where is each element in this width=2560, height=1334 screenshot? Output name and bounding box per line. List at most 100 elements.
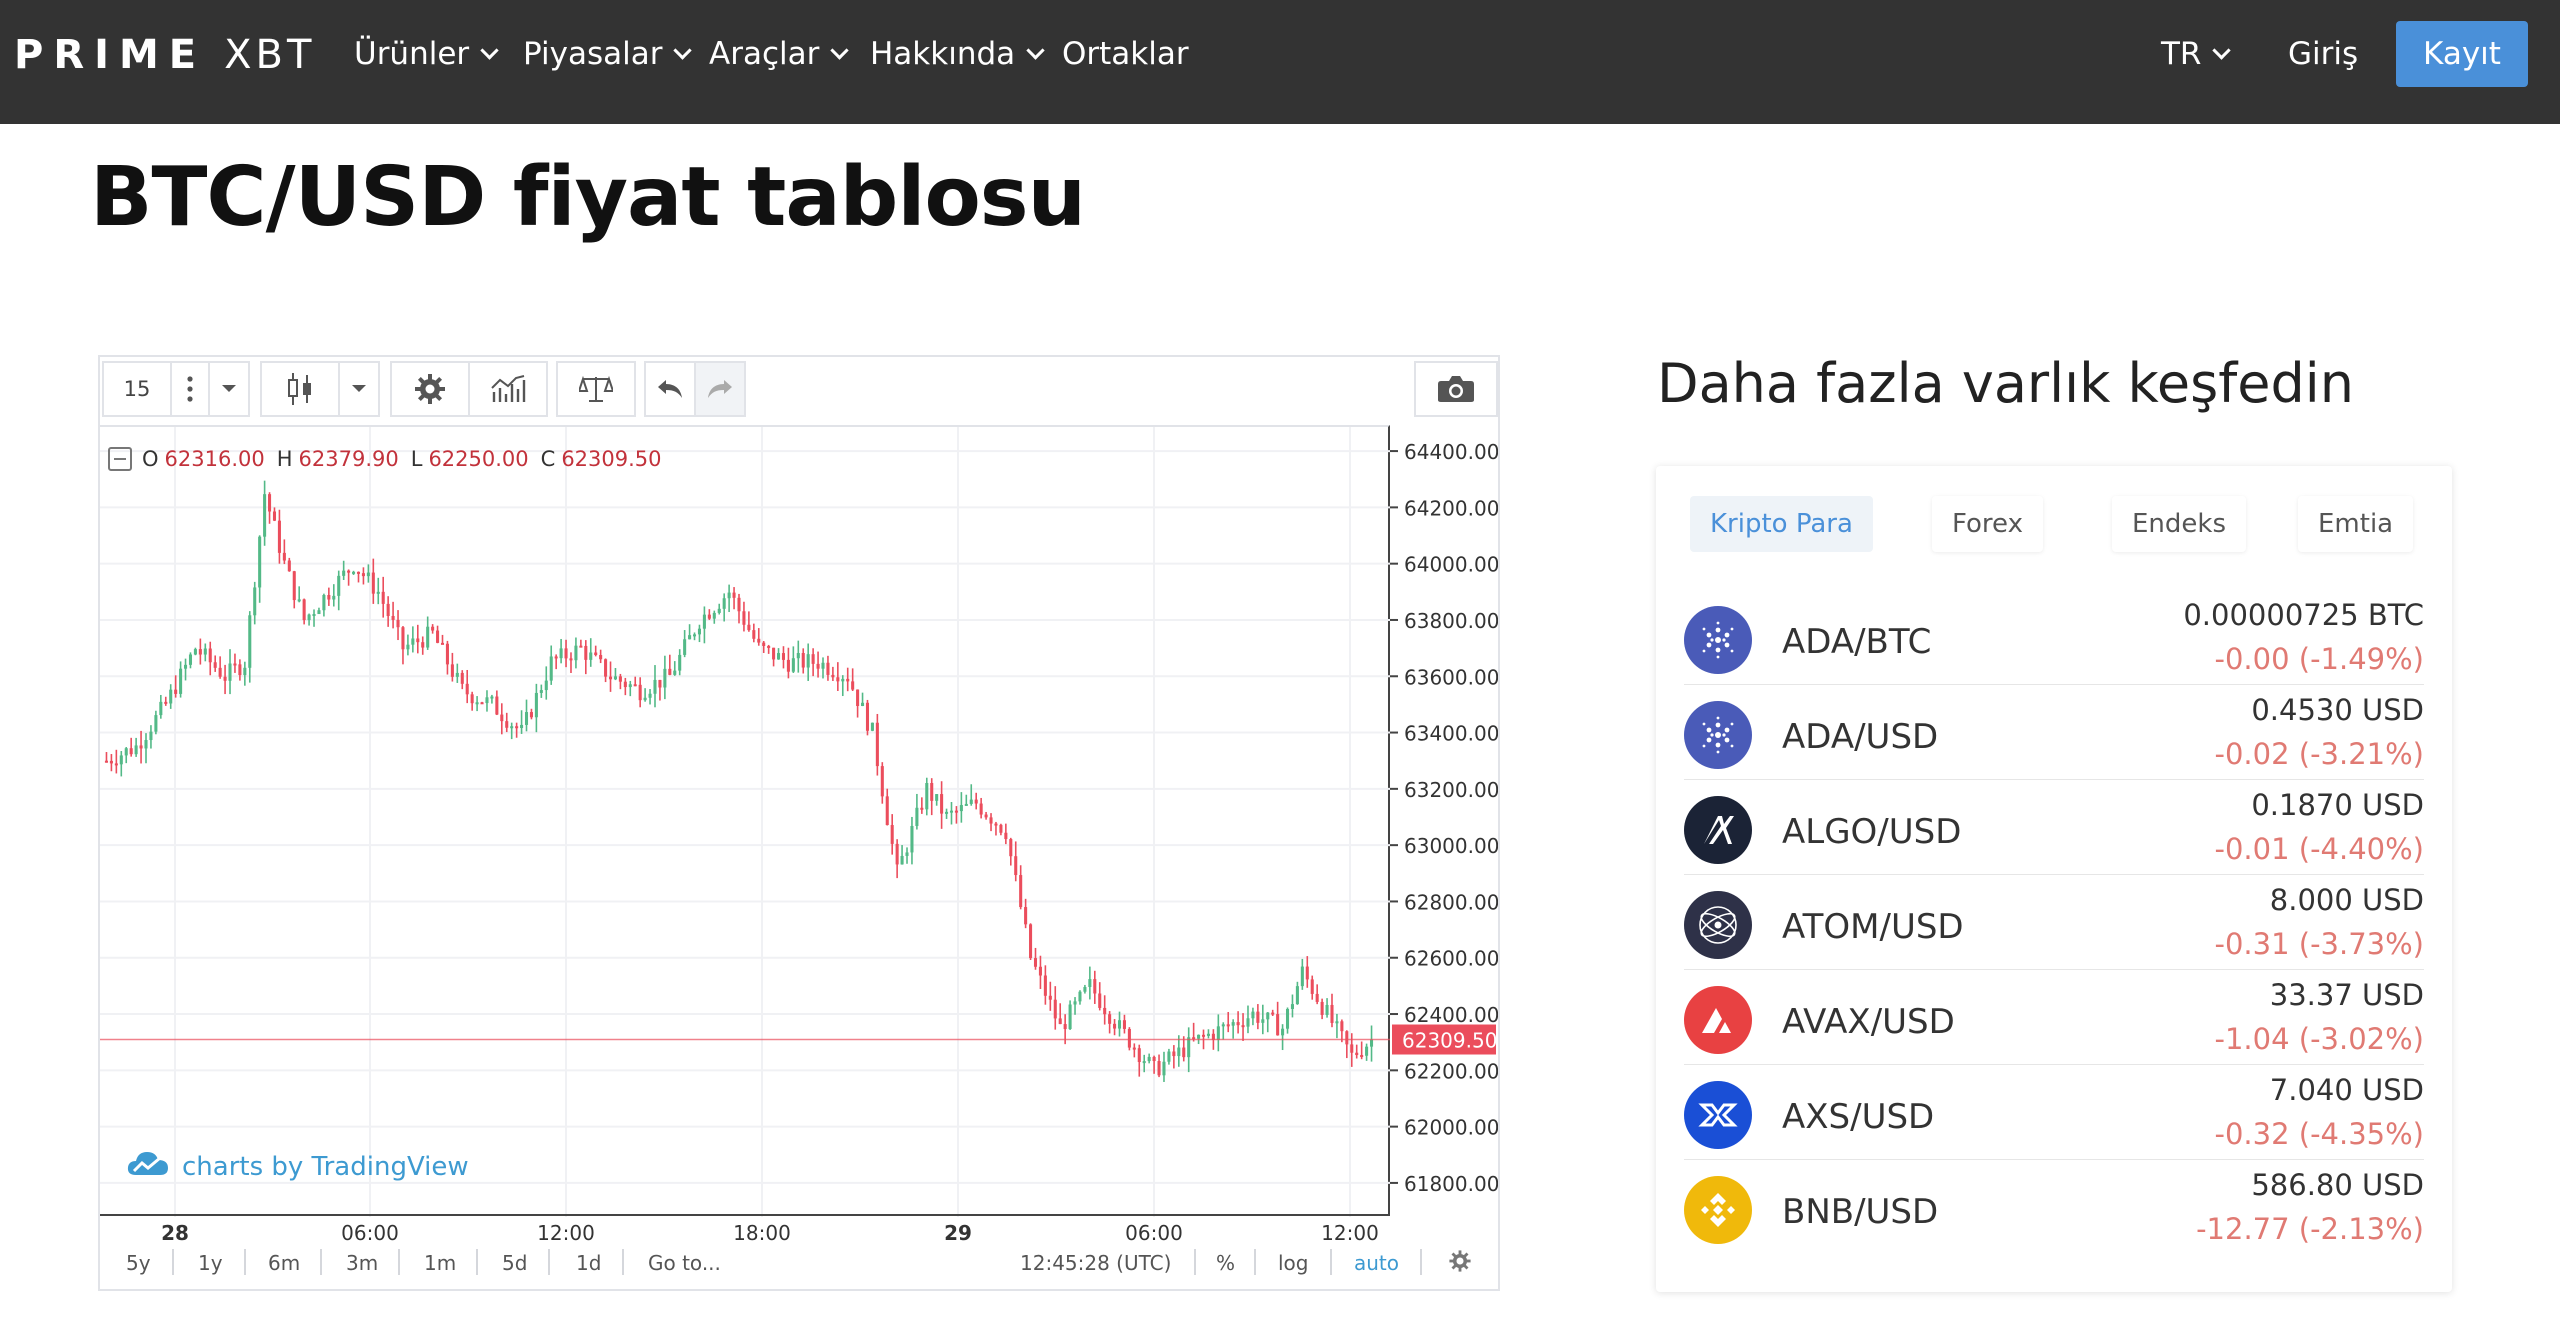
undo-button[interactable] — [644, 361, 696, 417]
chart-plot-area[interactable]: 64400.00 64200.00 64000.00 63800.00 63600.00… — [100, 425, 1498, 1217]
indicators-button[interactable] — [468, 361, 548, 417]
candle-body — [722, 598, 726, 609]
candle-body — [1216, 1026, 1220, 1040]
candle-body — [786, 659, 790, 672]
candle-body — [1325, 1004, 1329, 1015]
goto-button[interactable]: Go to... — [648, 1251, 721, 1275]
chart-type-dropdown-button[interactable] — [338, 361, 380, 417]
redo-button[interactable] — [694, 361, 746, 417]
range-6m-button[interactable]: 6m — [268, 1251, 300, 1275]
interval-more-button[interactable] — [170, 361, 210, 417]
interval-label: 15 — [123, 377, 151, 401]
candle-body — [940, 794, 944, 814]
log-scale-toggle[interactable]: log — [1278, 1251, 1309, 1275]
asset-row[interactable]: ALGO/USD 0.1870 USD -0.01 (-4.40%) — [1684, 780, 2424, 875]
y-tick-label: 64400.00 — [1404, 440, 1498, 464]
range-1d-button[interactable]: 1d — [576, 1251, 601, 1275]
candlestick-icon — [286, 371, 314, 407]
server-time[interactable]: 12:45:28 (UTC) — [1020, 1251, 1171, 1275]
candle-body — [510, 726, 514, 729]
candle-body — [1271, 1012, 1275, 1015]
candle-body — [747, 624, 751, 631]
asset-name: BNB/USD — [1782, 1192, 1939, 1232]
candle-body — [1226, 1024, 1230, 1027]
language-selector[interactable]: TR — [2161, 34, 2232, 74]
candle-body — [159, 701, 163, 716]
redo-icon — [706, 378, 734, 400]
login-link[interactable]: Giriş — [2288, 34, 2358, 74]
candle-body — [475, 702, 479, 705]
tradingview-branding-link[interactable]: charts by TradingView — [126, 1149, 469, 1184]
tab-commodities[interactable]: Emtia — [2298, 496, 2414, 552]
candle-body — [767, 645, 771, 648]
register-button[interactable]: Kayıt — [2396, 21, 2528, 87]
chart-type-button[interactable] — [260, 361, 340, 417]
percent-scale-toggle[interactable]: % — [1216, 1251, 1235, 1275]
divider — [320, 1249, 322, 1275]
candle-body — [1029, 924, 1033, 959]
collapse-icon[interactable] — [108, 447, 132, 471]
nav-item-partners[interactable]: Ortaklar — [1062, 34, 1189, 74]
candle-body — [880, 766, 884, 797]
snapshot-button[interactable] — [1414, 361, 1498, 417]
settings-button[interactable] — [390, 361, 470, 417]
tab-forex[interactable]: Forex — [1932, 496, 2043, 552]
range-1m-button[interactable]: 1m — [424, 1251, 456, 1275]
scale-settings-button[interactable] — [1448, 1249, 1472, 1278]
asset-row[interactable]: AVAX/USD 33.37 USD -1.04 (-3.02%) — [1684, 970, 2424, 1065]
candle-body — [1305, 966, 1309, 980]
candle-body — [529, 712, 533, 718]
asset-row[interactable]: ATOM/USD 8.000 USD -0.31 (-3.73%) — [1684, 875, 2424, 970]
candle-body — [322, 595, 326, 611]
candle-body — [979, 803, 983, 815]
chevron-down-icon — [480, 40, 499, 60]
asset-row[interactable]: ADA/USD 0.4530 USD -0.02 (-3.21%) — [1684, 685, 2424, 780]
candle-body — [218, 667, 222, 677]
nav-item-about[interactable]: Hakkında — [870, 34, 1045, 74]
asset-row[interactable]: ADA/BTC 0.00000725 BTC -0.00 (-1.49%) — [1684, 590, 2424, 685]
candle-body — [1058, 1018, 1062, 1025]
tab-crypto[interactable]: Kripto Para — [1690, 496, 1873, 552]
candle-body — [307, 614, 311, 621]
candle-body — [1068, 1004, 1072, 1030]
candle-body — [559, 648, 563, 659]
tab-indices[interactable]: Endeks — [2112, 496, 2247, 552]
divider — [622, 1249, 624, 1275]
range-5y-button[interactable]: 5y — [126, 1251, 151, 1275]
candle-body — [1281, 1028, 1285, 1036]
candle-body — [1197, 1034, 1201, 1039]
primexbt-logo[interactable]: PRIME XBT — [14, 30, 315, 80]
compare-button[interactable] — [556, 361, 636, 417]
candle-body — [109, 760, 113, 764]
candle-body — [989, 817, 993, 824]
range-1y-button[interactable]: 1y — [198, 1251, 223, 1275]
asset-row[interactable]: AXS/USD 7.040 USD -0.32 (-4.35%) — [1684, 1065, 2424, 1160]
candle-body — [826, 662, 830, 675]
candle-body — [1187, 1037, 1191, 1058]
candle-body — [164, 701, 168, 704]
candle-body — [732, 592, 736, 598]
range-3m-button[interactable]: 3m — [346, 1251, 378, 1275]
nav-item-tools[interactable]: Araçlar — [709, 34, 850, 74]
candle-body — [549, 656, 553, 681]
candle-body — [1038, 966, 1042, 976]
asset-change: -0.01 (-4.40%) — [2214, 832, 2424, 866]
asset-row[interactable]: BNB/USD 586.80 USD -12.77 (-2.13%) — [1684, 1160, 2424, 1255]
auto-scale-toggle[interactable]: auto — [1354, 1251, 1399, 1275]
range-5d-button[interactable]: 5d — [502, 1251, 527, 1275]
candle-body — [1108, 1014, 1112, 1024]
interval-button[interactable]: 15 — [102, 361, 172, 417]
nav-item-products[interactable]: Ürünler — [354, 34, 499, 74]
chevron-down-icon — [221, 384, 237, 394]
tradingview-chart-widget: 15 64400.00 64200.00 64000.00 63800.00 6… — [98, 355, 1500, 1291]
candle-body — [1320, 1001, 1324, 1015]
algorand-icon — [1684, 796, 1752, 864]
legend-high-value: 62379.90 — [298, 447, 399, 471]
nav-item-markets[interactable]: Piyasalar — [523, 34, 693, 74]
x-tick-label: 12:00 — [1321, 1221, 1379, 1245]
candlestick-chart[interactable]: 64400.00 64200.00 64000.00 63800.00 63600.00… — [100, 427, 1498, 1217]
interval-dropdown-button[interactable] — [208, 361, 250, 417]
candle-body — [900, 855, 904, 865]
candle-body — [317, 610, 321, 615]
y-tick-label: 62000.00 — [1404, 1116, 1498, 1140]
